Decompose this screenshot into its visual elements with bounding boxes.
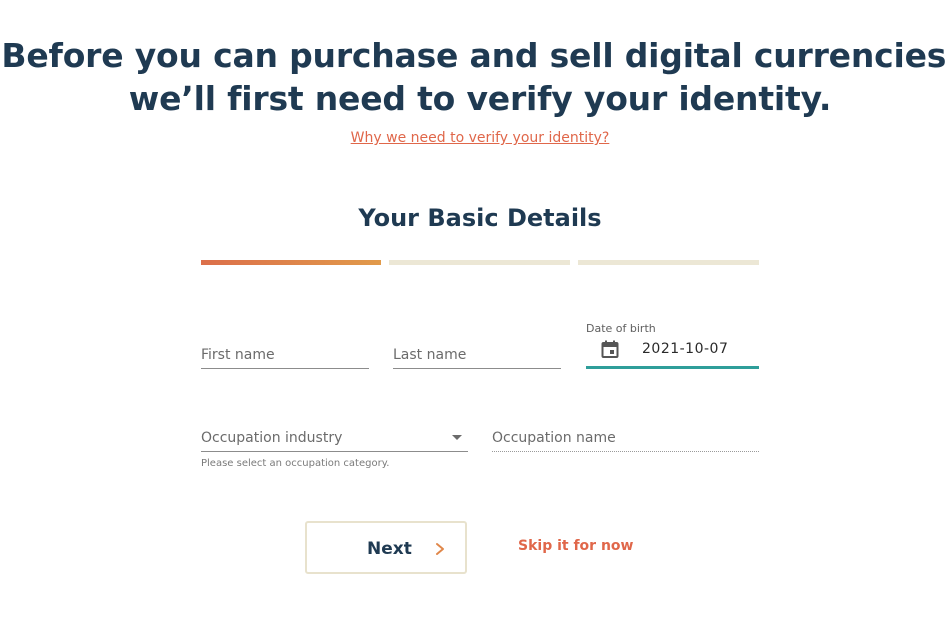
progress-step-2 [389, 260, 570, 265]
occupation-name-underline [492, 451, 759, 452]
headline-line-2: we’ll first need to verify your identity… [128, 79, 832, 118]
occupation-name-placeholder: Occupation name [492, 430, 616, 446]
first-name-field[interactable]: First name [201, 344, 369, 369]
next-button[interactable]: Next [305, 521, 467, 574]
page-headline: Before you can purchase and sell digital… [0, 34, 945, 120]
last-name-underline [393, 368, 561, 369]
occupation-industry-underline [201, 451, 468, 452]
occupation-helper-text: Please select an occupation category. [201, 458, 390, 469]
why-verify-link[interactable]: Why we need to verify your identity? [0, 130, 945, 146]
date-of-birth-label: Date of birth [586, 322, 656, 335]
headline-line-1: Before you can purchase and sell digital… [1, 36, 945, 75]
skip-link[interactable]: Skip it for now [518, 538, 633, 554]
progress-steps [201, 260, 759, 265]
identity-verification-page: Before you can purchase and sell digital… [0, 0, 945, 622]
first-name-underline [201, 368, 369, 369]
calendar-icon[interactable] [601, 340, 619, 358]
occupation-industry-placeholder: Occupation industry [201, 430, 343, 446]
dropdown-caret-icon[interactable] [452, 435, 462, 440]
first-name-placeholder: First name [201, 347, 275, 363]
occupation-name-field[interactable]: Occupation name [492, 427, 759, 452]
date-of-birth-underline [586, 366, 759, 369]
next-button-label: Next [367, 539, 412, 559]
chevron-right-icon [436, 543, 444, 555]
last-name-field[interactable]: Last name [393, 344, 561, 369]
date-of-birth-field[interactable]: Date of birth 2021-10-07 [586, 322, 759, 369]
section-title: Your Basic Details [358, 204, 602, 232]
last-name-placeholder: Last name [393, 347, 467, 363]
progress-step-3 [578, 260, 759, 265]
occupation-industry-select[interactable]: Occupation industry [201, 427, 468, 452]
date-of-birth-value: 2021-10-07 [642, 341, 729, 357]
progress-step-1 [201, 260, 381, 265]
